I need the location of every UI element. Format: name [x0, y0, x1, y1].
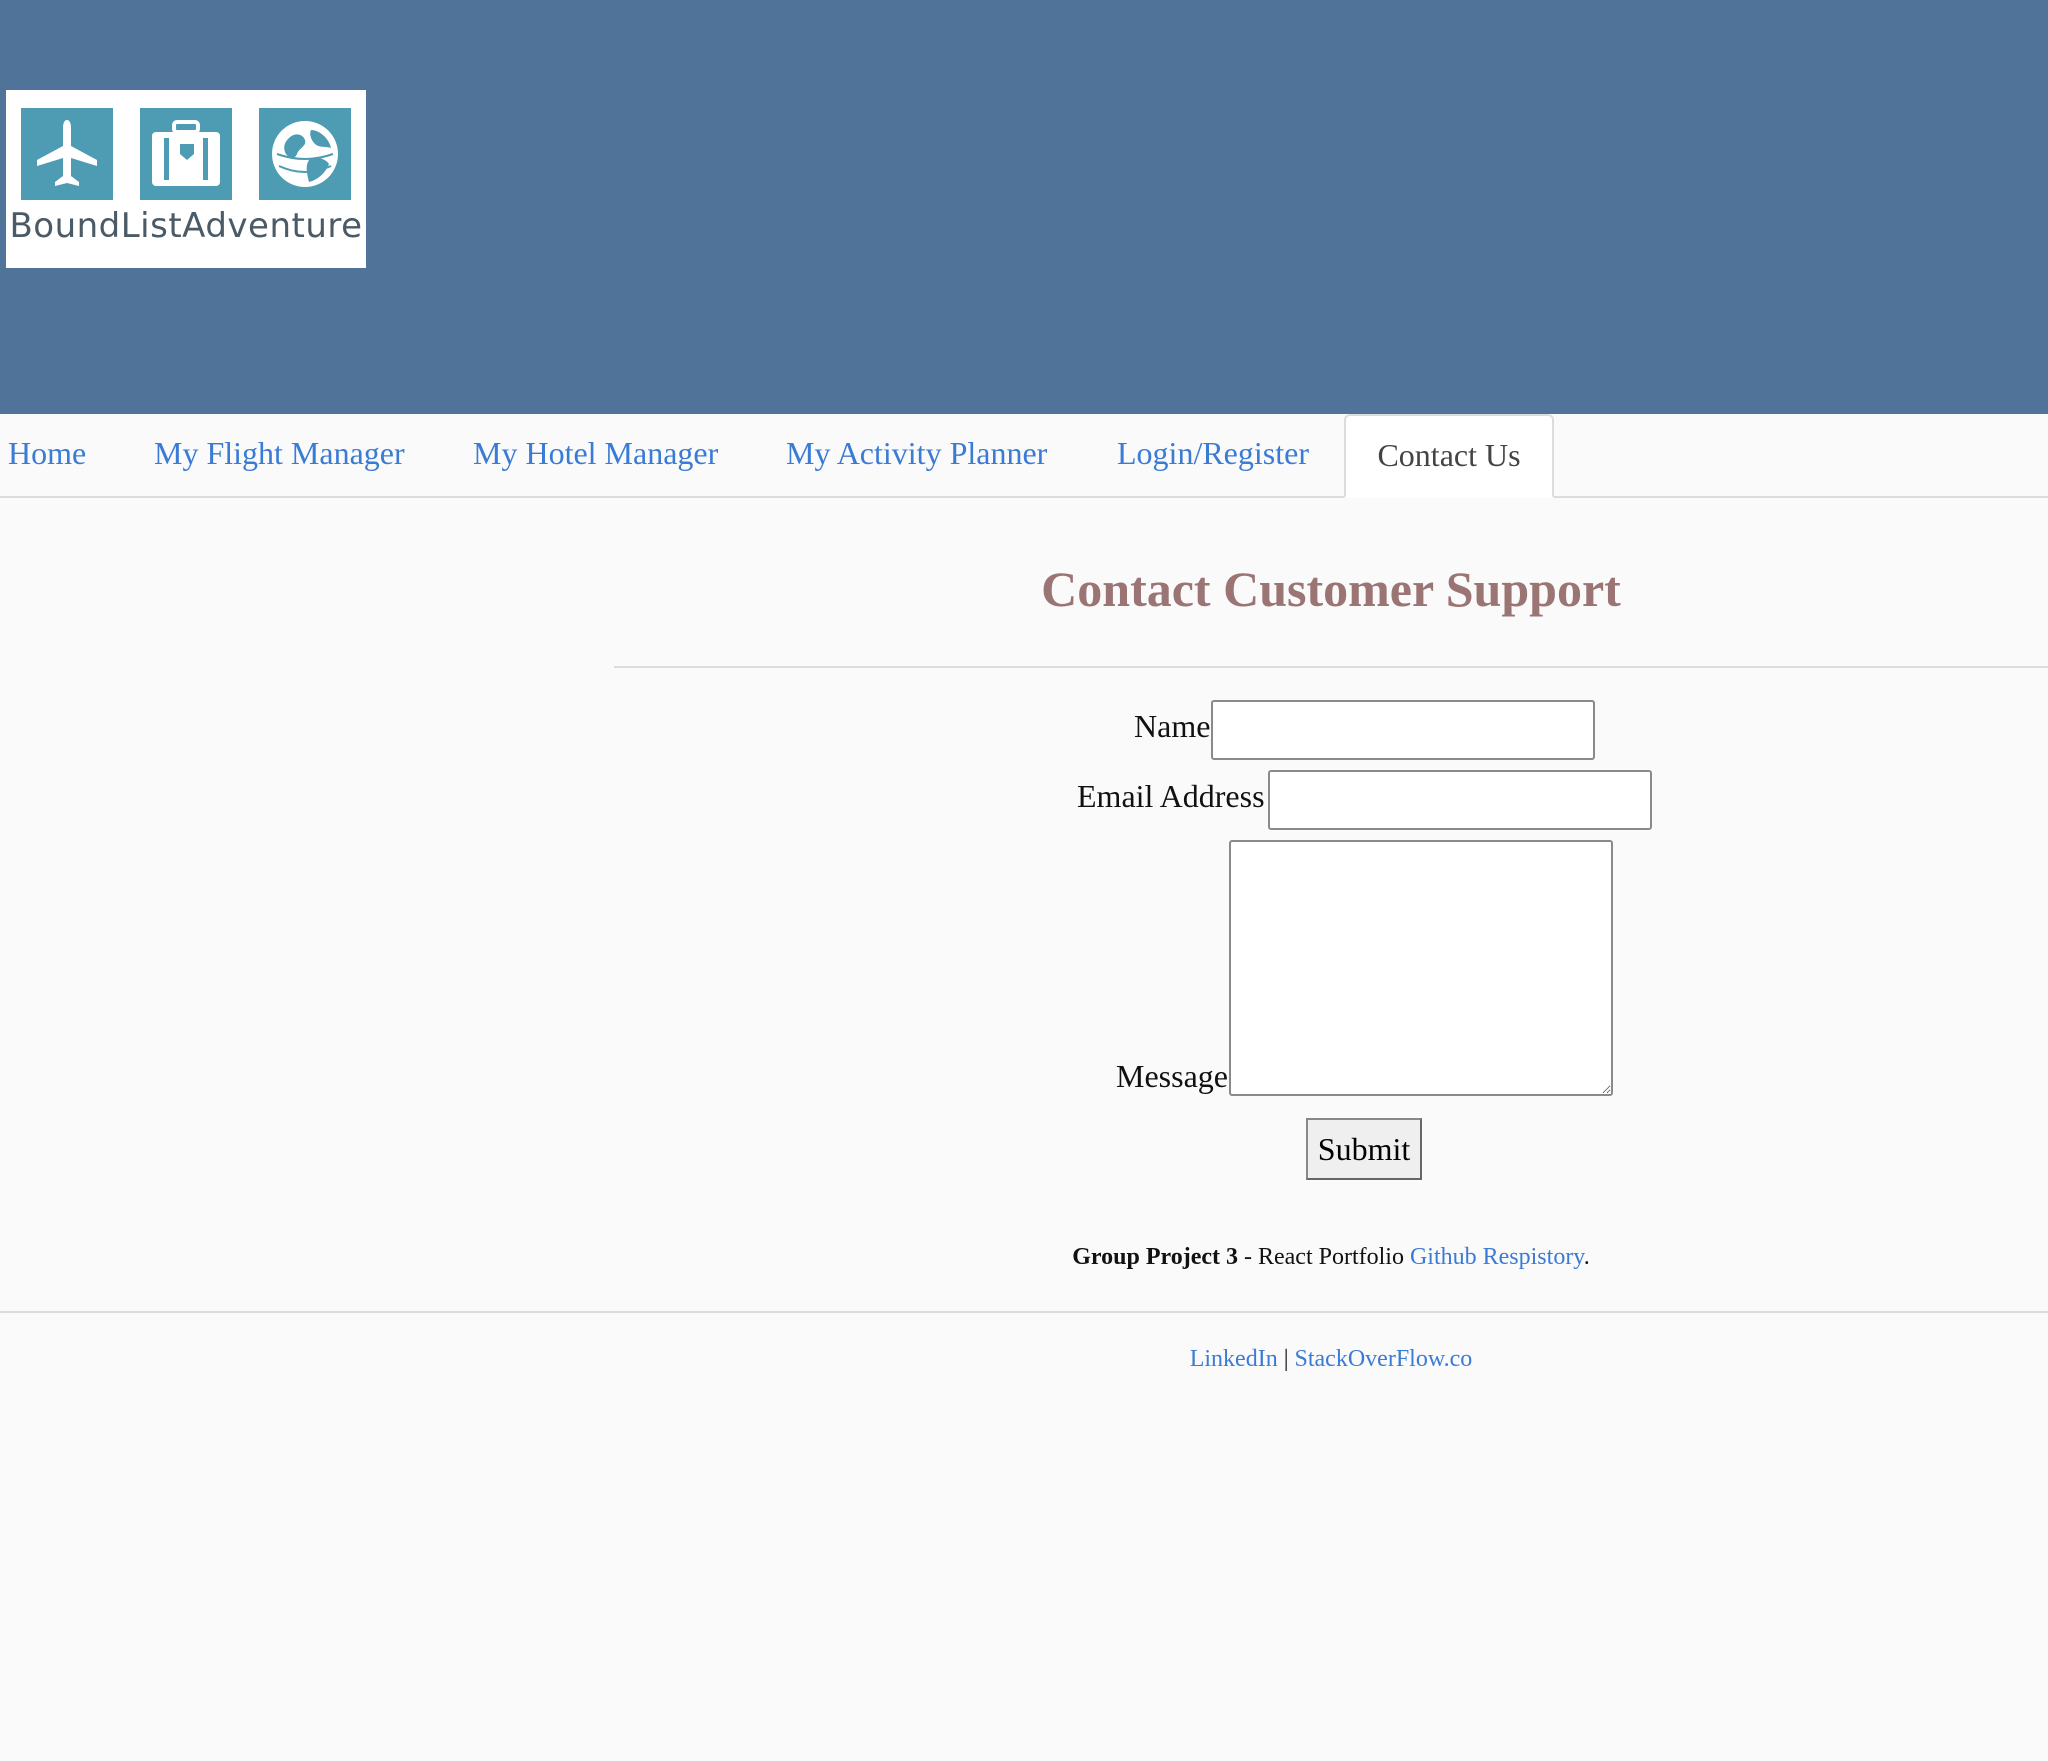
nav-item-contact-us[interactable]: Contact Us — [1344, 414, 1554, 498]
site-footer: LinkedIn | StackOverFlow.co — [614, 1346, 2048, 1373]
credits-period: . — [1583, 1244, 1590, 1270]
submit-button[interactable]: Submit — [1306, 1118, 1422, 1180]
page-title: Contact Customer Support — [1041, 561, 1621, 617]
footer-divider — [0, 1311, 2048, 1313]
credits-project-name: Group Project 3 — [1072, 1244, 1238, 1270]
footer-separator: | — [1277, 1346, 1295, 1372]
nav-item-home[interactable]: Home — [8, 414, 86, 496]
project-credits: Group Project 3 - React Portfolio Github… — [614, 1244, 2048, 1271]
message-textarea[interactable] — [1229, 840, 1613, 1096]
logo-text: BoundListAdventure — [9, 206, 363, 246]
airplane-icon — [21, 108, 113, 200]
globe-icon — [259, 108, 351, 200]
credits-text: - React Portfolio — [1238, 1244, 1410, 1270]
nav-item-flight-manager[interactable]: My Flight Manager — [154, 414, 405, 496]
suitcase-icon — [140, 108, 232, 200]
nav-item-hotel-manager[interactable]: My Hotel Manager — [473, 414, 718, 496]
linkedin-link[interactable]: LinkedIn — [1190, 1346, 1278, 1372]
stackoverflow-link[interactable]: StackOverFlow.co — [1295, 1346, 1473, 1372]
nav-item-activity-planner[interactable]: My Activity Planner — [786, 414, 1047, 496]
email-input[interactable] — [1268, 770, 1652, 830]
name-input[interactable] — [1211, 700, 1595, 760]
nav-item-login-register[interactable]: Login/Register — [1117, 414, 1309, 496]
name-label: Name — [1134, 708, 1211, 744]
message-label: Message — [1116, 1058, 1228, 1094]
main-nav: Home My Flight Manager My Hotel Manager … — [0, 414, 2048, 498]
title-divider — [614, 666, 2048, 668]
github-repository-link[interactable]: Github Respistory — [1410, 1244, 1584, 1270]
site-logo[interactable]: BoundListAdventure — [6, 90, 366, 268]
site-header: BoundListAdventure — [0, 0, 2048, 414]
email-label: Email Address — [1077, 778, 1265, 814]
